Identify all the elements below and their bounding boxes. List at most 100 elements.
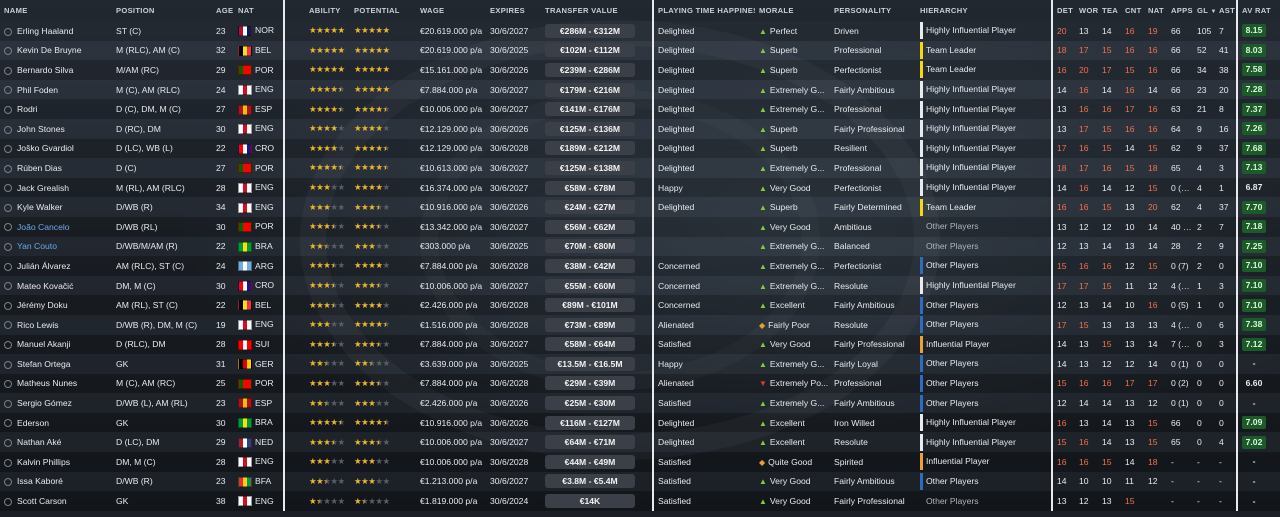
table-row[interactable]: Kalvin Phillips DM, M (C) 28 ENG ★★★★★ ★★★★★ €… — [0, 452, 1280, 472]
player-name-cell[interactable]: Mateo Kovačić — [0, 276, 112, 296]
player-name-cell[interactable]: John Stones — [0, 119, 112, 139]
player-name-cell[interactable]: Rico Lewis — [0, 315, 112, 335]
player-name[interactable]: Issa Kaboré — [17, 476, 63, 486]
table-row[interactable]: Julián Álvarez AM (RLC), ST (C) 24 ARG ★★★★★… — [0, 256, 1280, 276]
player-name[interactable]: Joško Gvardiol — [17, 143, 74, 153]
table-row[interactable]: Jack Grealish M (RL), AM (RLC) 28 ENG ★★★★★ ★… — [0, 177, 1280, 198]
player-name[interactable]: João Cancelo — [17, 222, 70, 232]
player-name-cell[interactable]: Issa Kaboré — [0, 472, 112, 492]
table-row[interactable]: João Cancelo D/WB (RL) 30 POR ★★★★★ ★★★★★ €13.… — [0, 216, 1280, 237]
table-row[interactable]: Nathan Aké D (LC), DM 29 NED ★★★★★ ★★★★★ €10.0… — [0, 432, 1280, 453]
table-row[interactable]: Sergio Gómez D/WB (L), AM (RL) 23 ESP ★★★★★ ★… — [0, 393, 1280, 413]
table-row[interactable]: Issa Kaboré D/WB (R) 23 BFA ★★★★★ ★★★★★ €1.213… — [0, 471, 1280, 492]
col-nationality[interactable]: NAT — [234, 0, 285, 21]
player-name-cell[interactable]: Phil Foden — [0, 80, 112, 100]
player-name-cell[interactable]: João Cancelo — [0, 217, 112, 237]
player-name[interactable]: Kevin De Bruyne — [17, 45, 82, 55]
player-name-cell[interactable]: Manuel Akanji — [0, 335, 112, 355]
table-row[interactable]: Jérémy Doku AM (RL), ST (C) 22 BEL ★★★★★ ★★★★… — [0, 295, 1280, 315]
table-row[interactable]: Joško Gvardiol D (LC), WB (L) 22 CRO ★★★★★ ★★… — [0, 138, 1280, 159]
player-status-icon — [4, 380, 12, 389]
table-row[interactable]: Kyle Walker D/WB (R) 34 ENG ★★★★★ ★★★★★ €10.91… — [0, 197, 1280, 217]
table-row[interactable]: Rodri D (C), DM, M (C) 27 ESP ★★★★★ ★★★★★ €10.… — [0, 99, 1280, 119]
col-goals[interactable]: GL ▼ — [1193, 0, 1215, 21]
player-name[interactable]: Rodri — [17, 104, 38, 114]
table-row[interactable]: Rúben Dias D (C) 27 POR ★★★★★ ★★★★★ €10.613.00… — [0, 158, 1280, 178]
col-wor[interactable]: WOR — [1075, 0, 1098, 21]
player-name[interactable]: Sergio Gómez — [17, 398, 72, 408]
col-potential[interactable]: POTENTIAL — [350, 0, 416, 21]
player-name-cell[interactable]: Matheus Nunes — [0, 374, 112, 394]
col-playing-time[interactable]: PLAYING TIME HAPPINESS — [653, 0, 755, 21]
col-morale[interactable]: MORALE — [755, 0, 830, 21]
table-row[interactable]: Bernardo Silva M/AM (RC) 29 POR ★★★★★ ★★★★★ €1… — [0, 60, 1280, 80]
player-name[interactable]: Rico Lewis — [17, 320, 59, 330]
col-apps[interactable]: APPS — [1167, 0, 1193, 21]
table-row[interactable]: John Stones D (RC), DM 30 ENG ★★★★★ ★★★★★ €12.… — [0, 118, 1280, 139]
player-name-cell[interactable]: Yan Couto — [0, 237, 112, 257]
player-name-cell[interactable]: Sergio Gómez — [0, 393, 112, 413]
col-transfer-value[interactable]: TRANSFER VALUE — [541, 0, 654, 21]
player-name[interactable]: Mateo Kovačić — [17, 281, 73, 291]
col-nat[interactable]: NAT — [1144, 0, 1167, 21]
player-name[interactable]: Jérémy Doku — [17, 300, 68, 310]
player-name-cell[interactable]: Julián Álvarez — [0, 256, 112, 276]
table-row[interactable]: Yan Couto D/WB/M/AM (R) 22 BRA ★★★★★ ★★★★★ €30… — [0, 236, 1280, 257]
col-personality[interactable]: PERSONALITY — [830, 0, 916, 21]
player-name[interactable]: Nathan Aké — [17, 437, 61, 447]
player-name[interactable]: Rúben Dias — [17, 163, 62, 173]
table-row[interactable]: Erling Haaland ST (C) 23 NOR ★★★★★ ★★★★★ €20.6… — [0, 21, 1280, 41]
player-name-cell[interactable]: Kalvin Phillips — [0, 452, 112, 472]
table-row[interactable]: Rico Lewis D/WB (R), DM, M (C) 19 ENG ★★★★★ ★… — [0, 314, 1280, 335]
col-det[interactable]: DET — [1052, 0, 1075, 21]
table-row[interactable]: Stefan Ortega GK 31 GER ★★★★★ ★★★★★ €3.639.000… — [0, 354, 1280, 374]
player-name-cell[interactable]: Rúben Dias — [0, 158, 112, 178]
player-name[interactable]: Phil Foden — [17, 85, 58, 95]
table-row[interactable]: Phil Foden M (C), AM (RLC) 24 ENG ★★★★★ ★★★★★… — [0, 79, 1280, 100]
col-age[interactable]: AGE — [212, 0, 234, 21]
table-row[interactable]: Ederson GK 30 BRA ★★★★★ ★★★★★ €10.916.000 p/a 3… — [0, 412, 1280, 433]
player-name[interactable]: Bernardo Silva — [17, 65, 73, 75]
col-expires[interactable]: EXPIRES — [486, 0, 541, 21]
col-cnt[interactable]: CNT — [1121, 0, 1144, 21]
player-name-cell[interactable]: Jack Grealish — [0, 178, 112, 198]
table-row[interactable]: Kevin De Bruyne M (RLC), AM (C) 32 BEL ★★★★★… — [0, 40, 1280, 61]
player-name[interactable]: Yan Couto — [17, 241, 57, 251]
table-row[interactable]: Matheus Nunes M (C), AM (RC) 25 POR ★★★★★ ★★★… — [0, 373, 1280, 394]
player-name[interactable]: Matheus Nunes — [17, 378, 77, 388]
table-row[interactable]: Manuel Akanji D (RLC), DM 28 SUI ★★★★★ ★★★★★ €… — [0, 334, 1280, 355]
col-tea[interactable]: TEA — [1098, 0, 1121, 21]
player-name[interactable]: Scott Carson — [17, 496, 67, 506]
player-name-cell[interactable]: Erling Haaland — [0, 21, 112, 41]
player-status-icon — [4, 282, 12, 291]
player-name[interactable]: Ederson — [17, 418, 49, 428]
col-ability[interactable]: ABILITY — [284, 0, 350, 21]
player-name-cell[interactable]: Stefan Ortega — [0, 354, 112, 374]
player-name-cell[interactable]: Joško Gvardiol — [0, 139, 112, 159]
table-row[interactable]: Scott Carson GK 38 ENG ★★★★★ ★★★★★ €1.819.000 … — [0, 491, 1280, 511]
col-name[interactable]: NAME — [0, 0, 112, 21]
player-name-cell[interactable]: Jérémy Doku — [0, 295, 112, 315]
player-name[interactable]: Julián Álvarez — [17, 261, 71, 271]
player-name-cell[interactable]: Bernardo Silva — [0, 60, 112, 80]
player-name-cell[interactable]: Nathan Aké — [0, 432, 112, 452]
player-name[interactable]: Kyle Walker — [17, 202, 63, 212]
player-name-cell[interactable]: Scott Carson — [0, 491, 112, 511]
player-name[interactable]: Jack Grealish — [17, 183, 69, 193]
player-name-cell[interactable]: Kyle Walker — [0, 197, 112, 217]
potential-stars-icon: ★★★★★ — [354, 338, 390, 349]
player-name[interactable]: Kalvin Phillips — [17, 457, 70, 467]
player-name-cell[interactable]: Rodri — [0, 99, 112, 119]
col-position[interactable]: POSITION — [112, 0, 212, 21]
player-name[interactable]: Erling Haaland — [17, 26, 73, 36]
col-assists[interactable]: AST — [1215, 0, 1238, 21]
col-avg-rating[interactable]: AV RAT — [1237, 0, 1280, 21]
player-name[interactable]: Manuel Akanji — [17, 339, 71, 349]
col-hierarchy[interactable]: HIERARCHY — [916, 0, 1053, 21]
col-wage[interactable]: WAGE — [416, 0, 486, 21]
table-row[interactable]: Mateo Kovačić DM, M (C) 30 CRO ★★★★★ ★★★★★ €10… — [0, 275, 1280, 296]
player-name-cell[interactable]: Kevin De Bruyne — [0, 41, 112, 61]
player-name-cell[interactable]: Ederson — [0, 413, 112, 433]
player-name[interactable]: John Stones — [17, 124, 65, 134]
player-name[interactable]: Stefan Ortega — [17, 359, 71, 369]
